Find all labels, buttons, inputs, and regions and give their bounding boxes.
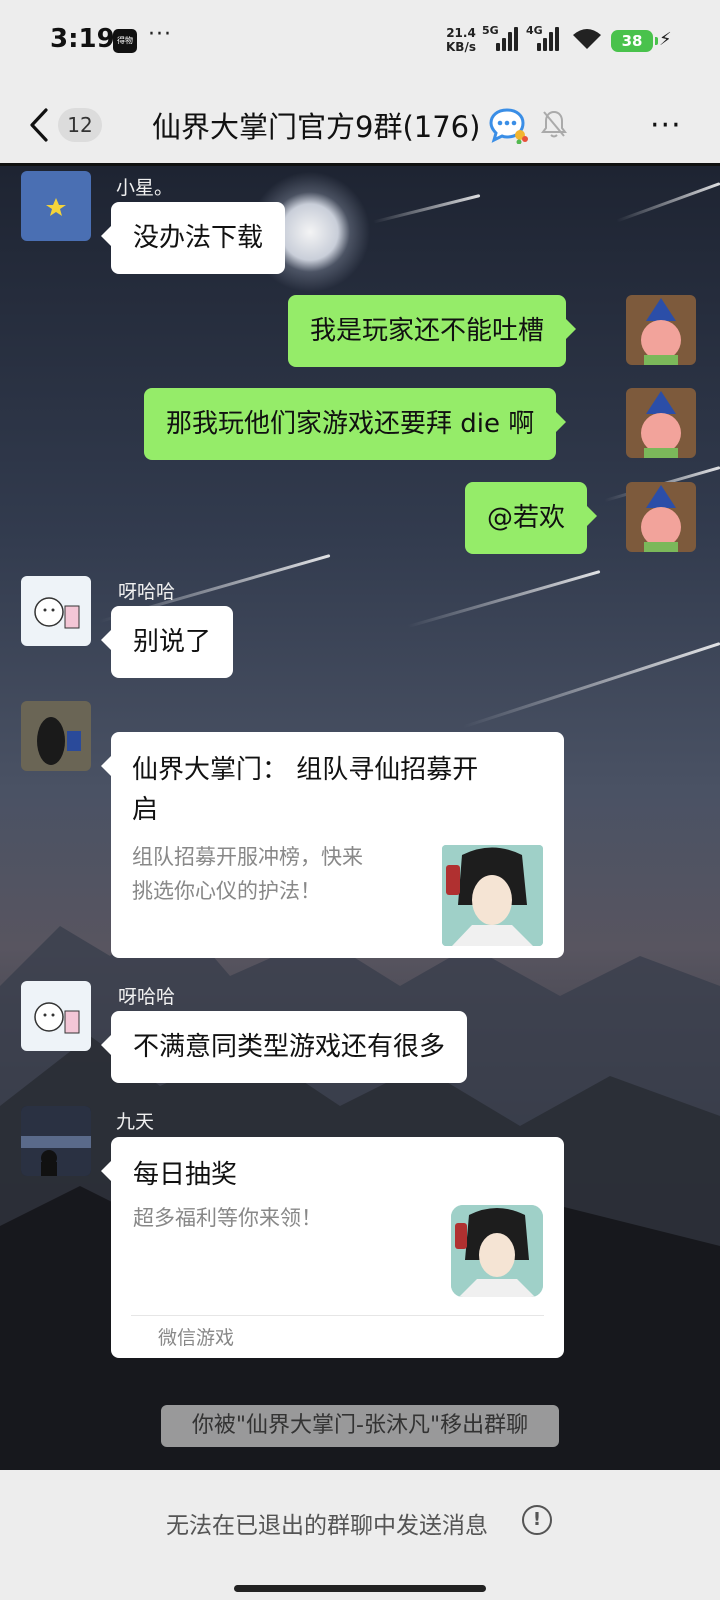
avatar[interactable] xyxy=(21,701,91,771)
chat-bubble-icon xyxy=(489,108,528,144)
card-divider xyxy=(131,1315,544,1316)
sender-name: 呀哈哈 xyxy=(118,986,176,1008)
charging-icon: ⚡ xyxy=(659,29,672,50)
system-notice: 你被"仙界大掌门-张沐凡"移出群聊 xyxy=(161,1405,559,1447)
network-speed: 21.4 KB/s xyxy=(446,26,476,54)
avatar[interactable] xyxy=(21,171,91,241)
chat-area[interactable]: 小星。 没办法下载 我是玩家还不能吐槽 那我玩他们家游戏还要拜 die 啊 @若… xyxy=(0,166,720,1470)
sim1-label: 5G xyxy=(482,24,499,37)
info-icon[interactable]: ! xyxy=(522,1505,552,1535)
unread-count-badge[interactable]: 12 xyxy=(58,108,102,142)
card-desc-line1: 组队招募开服冲榜，快来 xyxy=(132,845,363,869)
card-desc: 超多福利等你来领！ xyxy=(133,1206,322,1230)
home-indicator[interactable] xyxy=(234,1585,486,1592)
avatar[interactable] xyxy=(626,482,696,552)
card-desc-line2: 挑选你心仪的护法！ xyxy=(132,879,321,903)
more-icon[interactable]: ··· xyxy=(650,108,682,143)
sender-name: 九天 xyxy=(116,1111,155,1133)
game-card[interactable]: 每日抽奖 超多福利等你来领！ 微信游戏 xyxy=(101,1137,564,1358)
shooting-star xyxy=(407,570,601,629)
game-thumbnail xyxy=(442,845,543,946)
message-bubble[interactable]: 那我玩他们家游戏还要拜 die 啊 xyxy=(144,388,567,460)
message-bubble[interactable]: 不满意同类型游戏还有很多 xyxy=(100,1011,468,1083)
wifi-icon xyxy=(573,29,601,49)
link-card[interactable]: 仙界大掌门： 组队寻仙招募开 启 组队招募开服冲榜，快来 挑选你心仪的护法！ xyxy=(101,732,564,958)
avatar[interactable] xyxy=(626,388,696,458)
sender-name: 小星。 xyxy=(116,177,174,199)
message-bubble[interactable]: @若欢 xyxy=(465,482,598,554)
avatar[interactable] xyxy=(21,981,91,1051)
cannot-send-notice: 无法在已退出的群聊中发送消息 xyxy=(166,1513,488,1539)
sender-name: 呀哈哈 xyxy=(118,581,176,603)
card-title-line1: 仙界大掌门： 组队寻仙招募开 xyxy=(132,755,479,785)
app-notification-icon: 得物 xyxy=(113,29,137,53)
message-bubble[interactable]: 别说了 xyxy=(100,606,234,678)
back-icon[interactable] xyxy=(26,106,52,144)
card-title: 每日抽奖 xyxy=(133,1160,238,1190)
footer: 无法在已退出的群聊中发送消息 ! xyxy=(0,1470,720,1600)
more-notifications-icon: ··· xyxy=(148,22,172,47)
network-speed-unit: KB/s xyxy=(446,40,476,54)
mute-bell-icon xyxy=(541,110,567,138)
avatar[interactable] xyxy=(21,1106,91,1176)
avatar[interactable] xyxy=(21,576,91,646)
battery-icon: 38 xyxy=(611,30,658,52)
card-source: 微信游戏 xyxy=(158,1327,235,1349)
shooting-star xyxy=(462,642,720,729)
title-bar: 12 仙界大掌门官方9群(176) ··· xyxy=(0,84,720,166)
shooting-star xyxy=(372,194,481,224)
status-bar: 3:19 得物 ··· 21.4 KB/s 5G 4G 38 ⚡ xyxy=(0,0,720,84)
status-time: 3:19 xyxy=(50,24,115,54)
game-icon xyxy=(451,1205,543,1297)
avatar[interactable] xyxy=(626,295,696,365)
message-bubble[interactable]: 没办法下载 xyxy=(100,202,286,274)
chat-title: 仙界大掌门官方9群(176) xyxy=(152,110,481,144)
signal-icon: 4G xyxy=(526,24,563,51)
card-title-line2: 启 xyxy=(132,795,159,825)
sim2-label: 4G xyxy=(526,24,543,37)
signal-icon: 5G xyxy=(482,24,518,51)
network-speed-value: 21.4 xyxy=(446,26,476,40)
message-bubble[interactable]: 我是玩家还不能吐槽 xyxy=(288,295,577,367)
shooting-star xyxy=(616,182,720,223)
